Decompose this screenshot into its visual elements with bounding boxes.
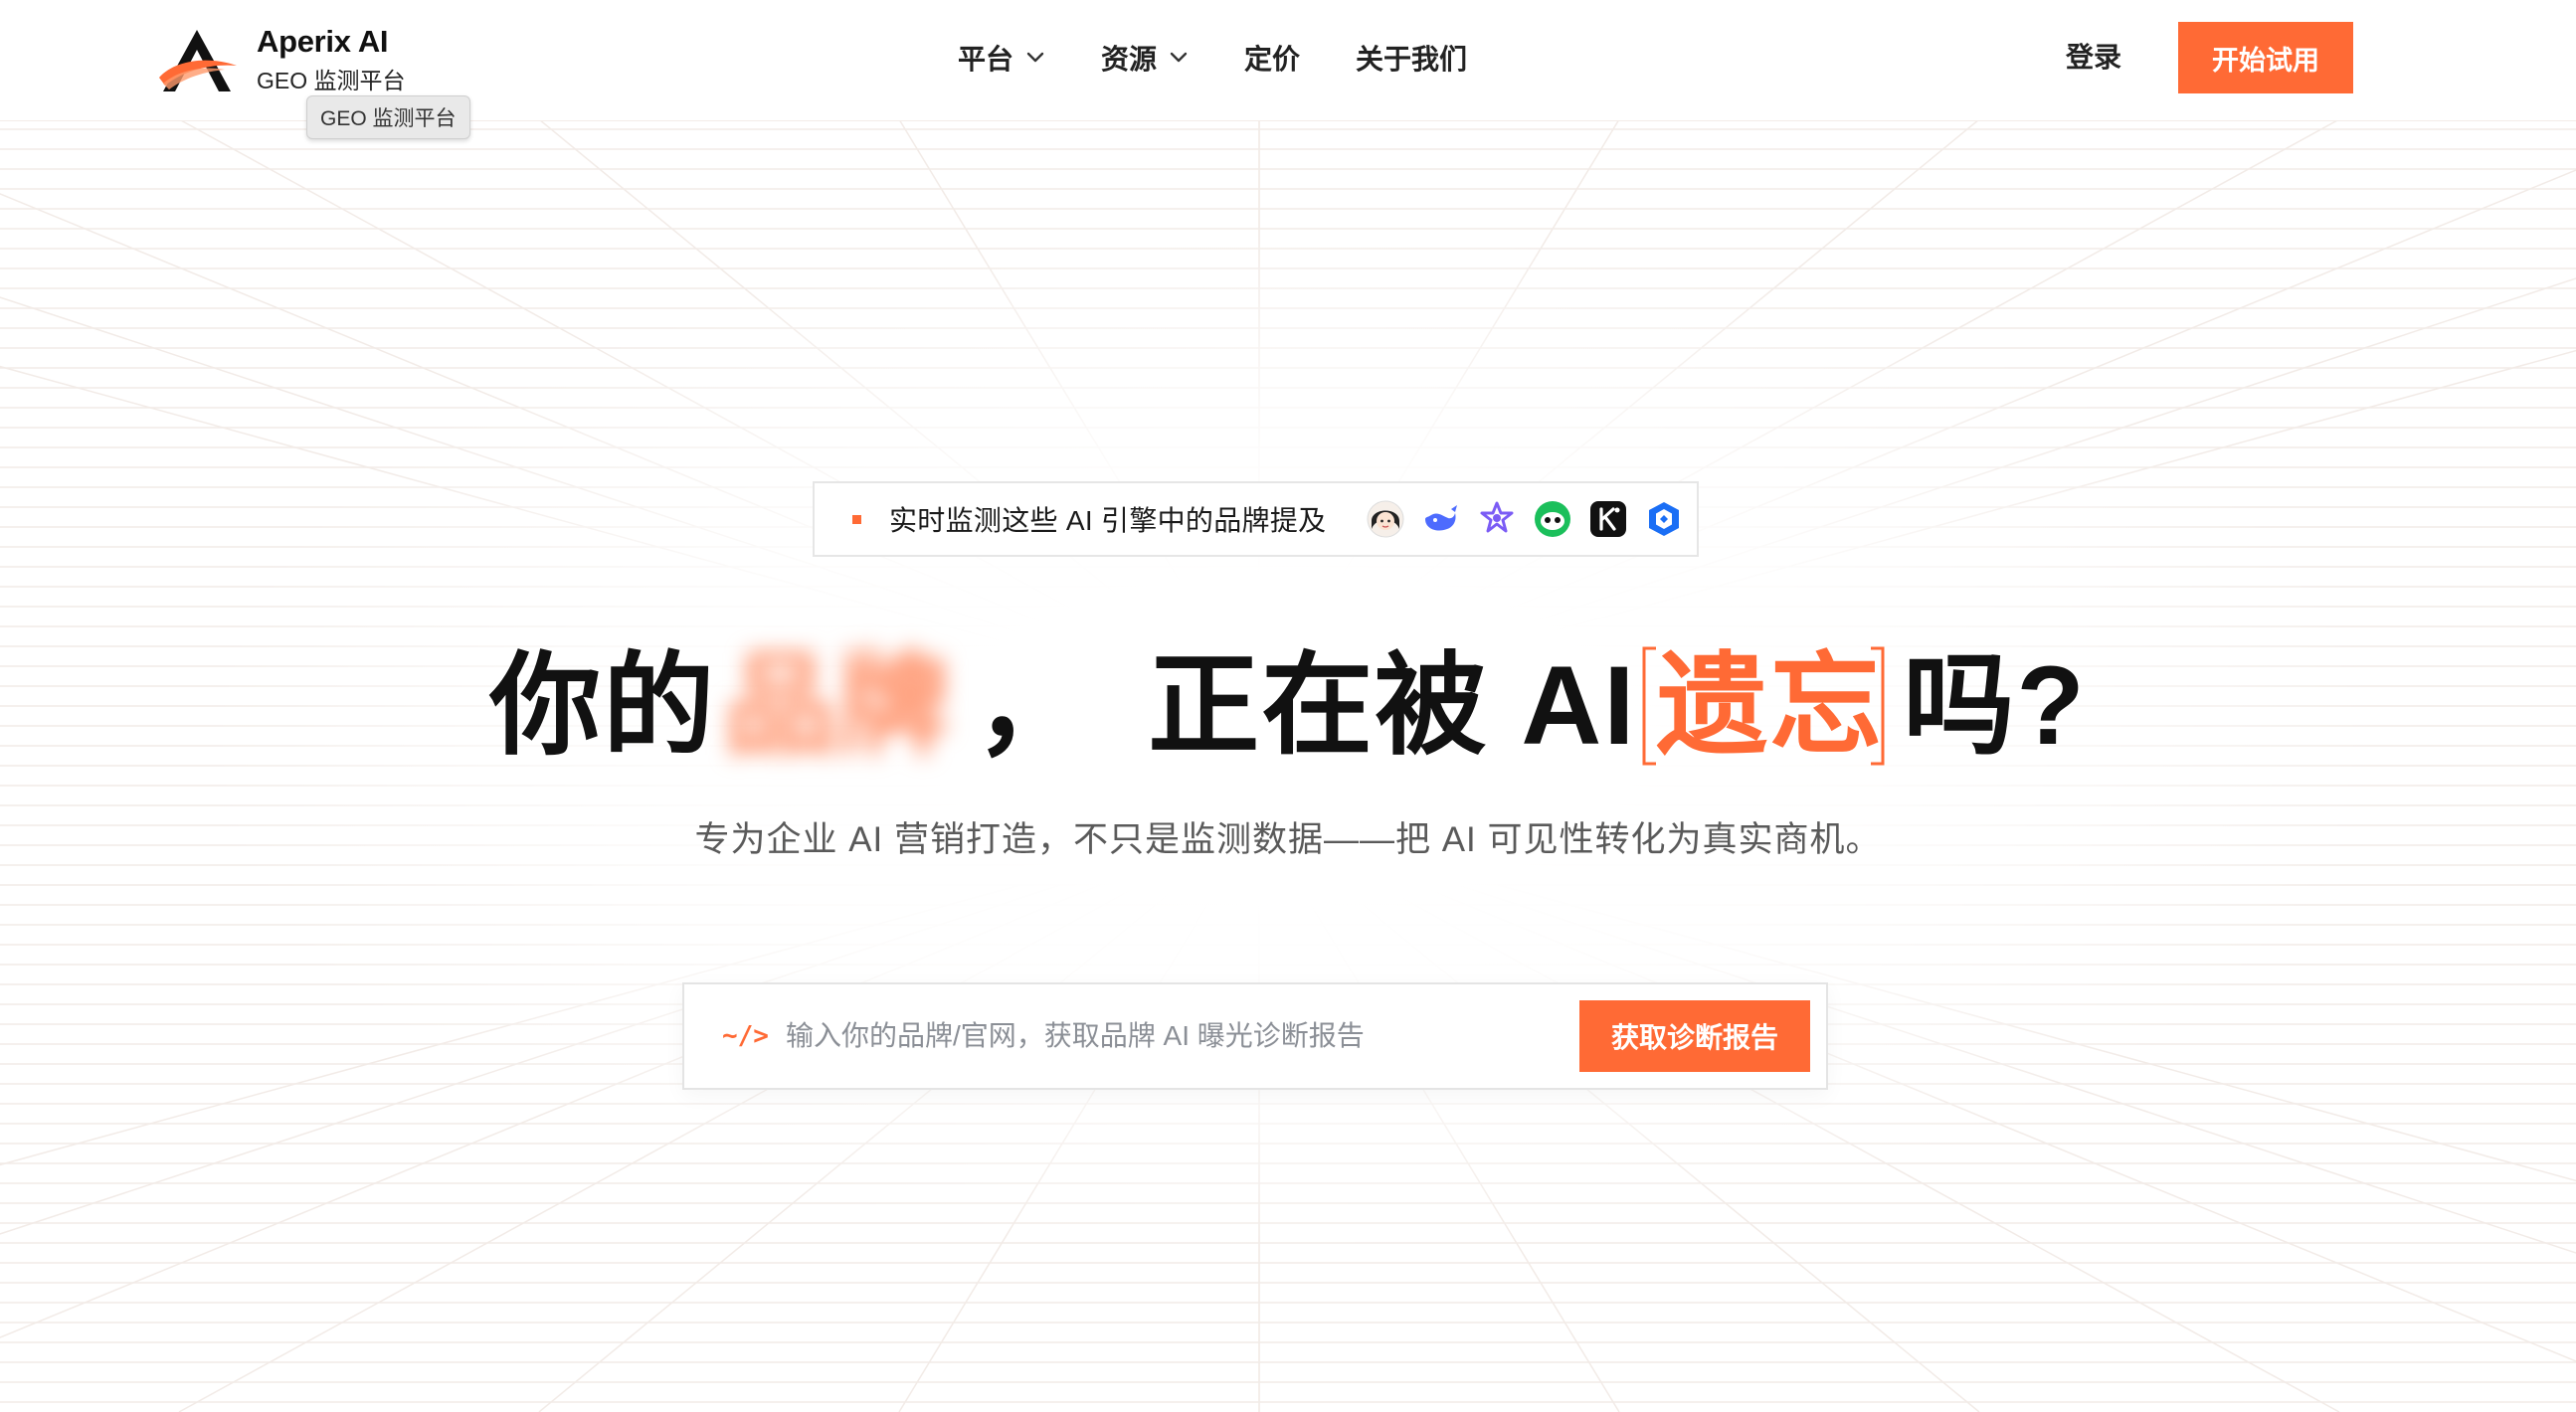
hero-headline: 你的品牌， 正在被 AI 遗忘 吗? (0, 626, 2576, 786)
hero-subtitle: 专为企业 AI 营销打造，不只是监测数据——把 AI 可见性转化为真实商机。 (694, 820, 1882, 859)
get-report-button[interactable]: 获取诊断报告 (1579, 1000, 1810, 1072)
blue-cube-engine-icon (1644, 499, 1684, 539)
brand[interactable]: Aperix AI GEO 监测平台 (155, 22, 406, 97)
chevron-down-icon (1170, 52, 1188, 63)
aperix-logo-icon (159, 30, 237, 91)
chevron-down-icon (1026, 52, 1044, 63)
landing-page: Aperix AI GEO 监测平台 GEO 监测平台 平台 资源 定价 关于我… (0, 0, 2576, 1412)
headline-part3: 吗? (1903, 643, 2087, 768)
brand-search-box: ~/> 获取诊断报告 (682, 982, 1828, 1090)
avatar-engine-icon (1366, 499, 1405, 539)
nav-resources-label: 资源 (1101, 44, 1158, 75)
headline-highlight: 遗忘 (1642, 626, 1897, 786)
main-nav: 平台 资源 定价 关于我们 (958, 36, 1467, 80)
brand-name: Aperix AI (257, 24, 389, 59)
engines-label: 实时监测这些 AI 引擎中的品牌提及 (889, 505, 1327, 536)
corner-bracket-icon (1642, 646, 1885, 766)
headline-comma: ， (975, 643, 1089, 768)
nav-pricing[interactable]: 定价 (1244, 38, 1300, 78)
engine-icon-list (1350, 499, 1684, 539)
purple-star-engine-icon (1477, 499, 1517, 539)
nav-platform-label: 平台 (958, 44, 1014, 75)
nav-about-label: 关于我们 (1356, 44, 1468, 75)
brand-tooltip: GEO 监测平台 (306, 95, 470, 139)
kimi-k-icon (1588, 499, 1628, 539)
brand-search-input[interactable] (786, 1020, 1579, 1052)
nav-platform[interactable]: 平台 (958, 38, 1045, 78)
headline-blurred-word: 品牌 (724, 643, 952, 768)
headline-part1: 你的 (489, 643, 717, 768)
nav-about[interactable]: 关于我们 (1356, 38, 1467, 78)
bullet-dot-icon (852, 514, 861, 524)
nav-resources[interactable]: 资源 (1101, 38, 1189, 78)
brand-subtitle: GEO 监测平台 (257, 68, 406, 93)
top-header: Aperix AI GEO 监测平台 GEO 监测平台 平台 资源 定价 关于我… (0, 0, 2576, 139)
engines-badge: 实时监测这些 AI 引擎中的品牌提及 (813, 481, 1699, 557)
headline-part2: 正在被 AI (1148, 643, 1637, 768)
code-prompt-icon: ~/> (722, 1021, 769, 1051)
start-trial-button[interactable]: 开始试用 (2178, 22, 2353, 93)
nav-pricing-label: 定价 (1244, 44, 1301, 75)
green-engine-icon (1533, 499, 1572, 539)
hero-section: 实时监测这些 AI 引擎中的品牌提及 你的品牌 ， 正在被 AI 遗忘 吗? 专… (0, 0, 2576, 1412)
login-link[interactable]: 登录 (2066, 38, 2121, 78)
deepseek-whale-icon (1421, 499, 1461, 539)
